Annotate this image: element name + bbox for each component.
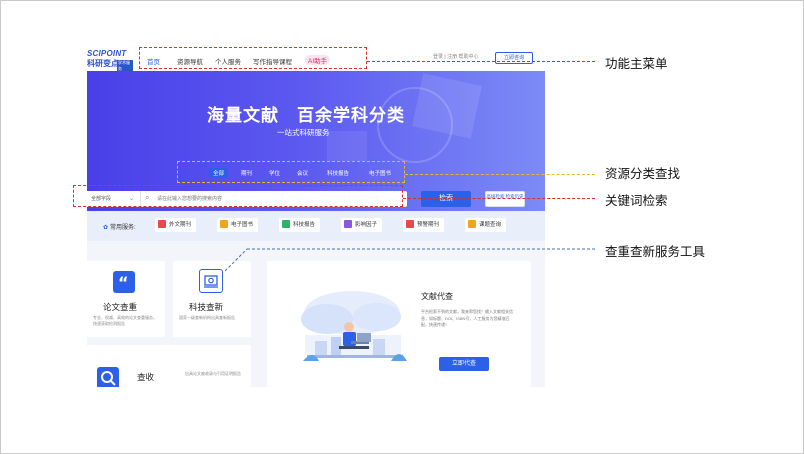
card-description: 国家一级查新机构出具查新报告	[179, 315, 235, 320]
website-screenshot: SCIPOINT 科研变点 学术服务 首页 资源导航 个人服务 写作指导课程 A…	[87, 45, 545, 387]
card-citation-check[interactable]: 查收 出具论文被收录与引用证明报告	[87, 345, 251, 387]
service-chip-topic-search[interactable]: 课题查询	[465, 218, 507, 232]
gear-icon: ✿	[103, 225, 109, 231]
quote-icon: “	[113, 271, 135, 293]
svg-text:“: “	[118, 273, 129, 292]
slide-frame: SCIPOINT 科研变点 学术服务 首页 资源导航 个人服务 写作指导课程 A…	[0, 0, 804, 454]
topic-icon	[468, 219, 476, 228]
logo-text-cn: 科研变点	[87, 59, 119, 68]
book-icon	[220, 219, 228, 228]
card-title: 科技查新	[189, 302, 224, 312]
services-label: ✿ 常用服务:	[103, 222, 136, 231]
service-chip-label: 影响因子	[355, 222, 378, 228]
service-chip-journals[interactable]: 外文期刊	[155, 218, 197, 232]
card-paper-check[interactable]: “ 论文查重 专业、权威、高效的论文查重服务，快速获取检测报告	[87, 261, 165, 337]
card-description: 平台检索不到的文献，我来帮您找！输入文献相关信息，如标题、DOI、ISBN号，人…	[421, 309, 513, 327]
main-menu-highlight	[139, 47, 367, 69]
logo-text-en: SCIPOINT	[87, 49, 127, 58]
banner-subtitle: 一站式科研服务	[277, 128, 330, 137]
services-label-text: 常用服务:	[110, 225, 136, 231]
service-chip-label: 外文期刊	[169, 222, 192, 228]
card-description: 专业、权威、高效的论文查重服务，快速获取检测报告	[93, 315, 157, 326]
card-title: 查收	[137, 372, 155, 382]
annotation-label-main-menu: 功能主菜单	[605, 57, 668, 71]
banner-decoration	[327, 131, 367, 161]
category-highlight	[177, 161, 405, 183]
annotation-line-main-menu	[367, 61, 595, 62]
banner-title: 海量文献 百余学科分类	[207, 106, 405, 125]
annotation-label-search: 关键词检索	[605, 194, 668, 208]
annotation-line-tools	[225, 248, 595, 272]
journal-icon	[158, 219, 166, 228]
service-chip-ebooks[interactable]: 电子图书	[217, 218, 259, 232]
search-highlight	[73, 185, 403, 207]
card-description: 出具论文被收录与引用证明报告	[185, 371, 241, 376]
annotation-line-category	[405, 174, 595, 175]
annotation-label-tools: 查重查新服务工具	[605, 245, 706, 259]
service-chip-reports[interactable]: 科技报告	[279, 218, 321, 232]
service-chip-label: 科技报告	[293, 222, 316, 228]
annotation-label-category: 资源分类查找	[605, 167, 681, 181]
service-chip-label: 预警期刊	[417, 222, 440, 228]
advanced-search-button[interactable]: 高级检索 检索历史	[485, 191, 525, 207]
search-icon	[97, 367, 119, 387]
report-icon	[282, 219, 290, 228]
consult-button[interactable]: 立即咨询	[495, 52, 533, 64]
card-document-delivery: 文献代查 平台检索不到的文献，我来帮您找！输入文献相关信息，如标题、DOI、IS…	[267, 261, 531, 387]
common-services-bar: ✿ 常用服务: 外文期刊 电子图书 科技报告 影响因子 预警期刊 课题查询	[87, 211, 545, 241]
search-button[interactable]: 检索	[421, 191, 471, 207]
header-account-links[interactable]: 登录 | 注册 帮助中心	[433, 53, 478, 60]
card-title: 论文查重	[103, 302, 138, 312]
factor-icon	[344, 219, 352, 228]
request-document-button[interactable]: 立即代查	[439, 357, 489, 371]
document-delivery-illustration	[301, 291, 407, 361]
annotation-line-search	[403, 198, 595, 199]
service-chip-label: 课题查询	[479, 222, 502, 228]
service-chip-label: 电子图书	[231, 222, 254, 228]
site-logo[interactable]: SCIPOINT 科研变点 学术服务	[87, 49, 133, 72]
card-title: 文献代查	[421, 292, 453, 301]
service-chip-warning-journals[interactable]: 预警期刊	[403, 218, 445, 232]
warning-icon	[406, 219, 414, 228]
service-chip-impact-factor[interactable]: 影响因子	[341, 218, 383, 232]
tool-icon	[199, 269, 223, 293]
